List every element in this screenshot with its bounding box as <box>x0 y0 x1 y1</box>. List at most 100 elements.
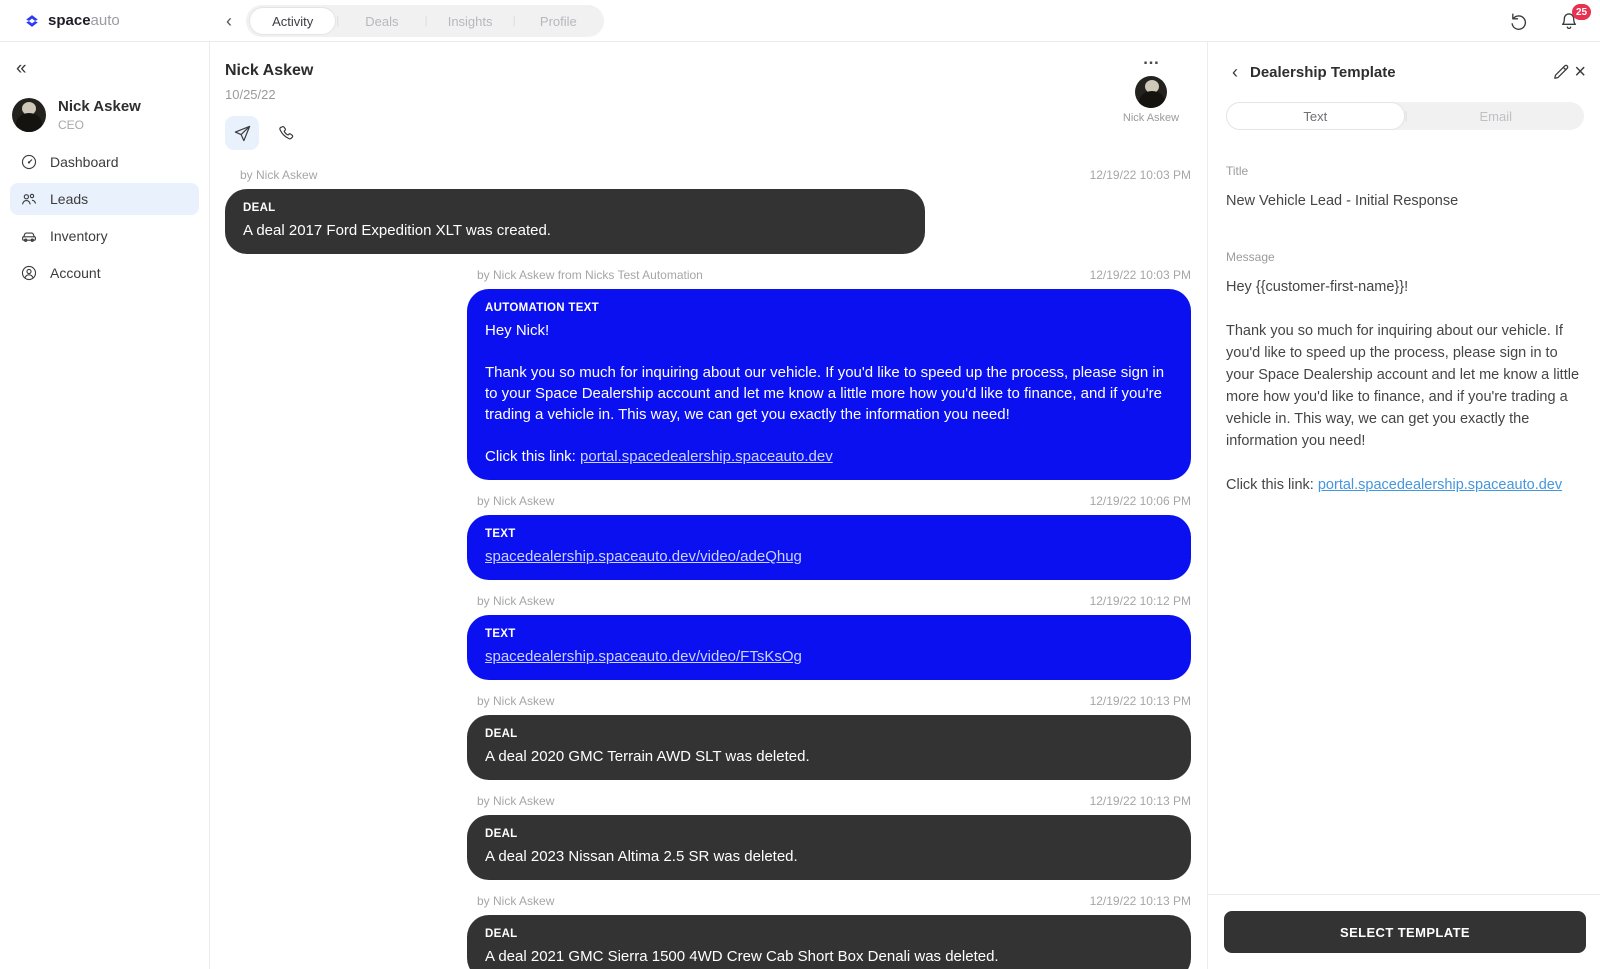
bubble-blank-line <box>485 425 1173 446</box>
feed-message: by Nick Askew 12/19/22 10:03 PM DEAL A deal… <box>225 168 1191 254</box>
template-link[interactable]: portal.spacedealership.spaceauto.dev <box>1318 477 1562 493</box>
bubble-text-line: A deal 2017 Ford Expedition XLT was crea… <box>243 220 907 241</box>
notifications-button[interactable]: 25 <box>1556 8 1582 34</box>
brand-name-light: auto <box>91 12 120 29</box>
message-link[interactable]: portal.spacedealership.spaceauto.dev <box>580 448 833 465</box>
sidebar-item-inventory[interactable]: Inventory <box>10 220 199 252</box>
account-person-icon <box>20 264 38 282</box>
sidebar-user-block: Nick Askew CEO <box>12 98 199 132</box>
message-timestamp: 12/19/22 10:03 PM <box>1090 268 1191 282</box>
message-author: by Nick Askew <box>477 794 554 808</box>
template-greeting: Hey {{customer-first-name}}! <box>1226 276 1584 298</box>
template-title-value: New Vehicle Lead - Initial Response <box>1226 190 1584 212</box>
tab-insights[interactable]: Insights <box>427 7 512 35</box>
message-timestamp: 12/19/22 10:06 PM <box>1090 494 1191 508</box>
feed-message: by Nick Askew 12/19/22 10:13 PM DEAL A deal… <box>225 794 1191 880</box>
send-message-button[interactable] <box>225 116 259 150</box>
deal-bubble[interactable]: DEAL A deal 2017 Ford Expedition XLT was … <box>225 189 925 254</box>
bubble-text-line: A deal 2023 Nissan Altima 2.5 SR was del… <box>485 846 1173 867</box>
message-author: by Nick Askew <box>477 594 554 608</box>
sidebar-item-account[interactable]: Account <box>10 257 199 289</box>
tab-deals[interactable]: Deals <box>339 7 424 35</box>
automation-bubble[interactable]: AUTOMATION TEXT Hey Nick! Thank you so muc… <box>467 289 1191 480</box>
deal-bubble[interactable]: DEALA deal 2021 GMC Sierra 1500 4WD Crew… <box>467 915 1191 969</box>
notification-count-badge: 25 <box>1572 4 1591 20</box>
feed-message: by Nick Askew 12/19/22 10:13 PM DEALA deal… <box>225 894 1191 969</box>
sidebar-item-dashboard[interactable]: Dashboard <box>10 146 199 178</box>
sidebar-item-leads[interactable]: Leads <box>10 183 199 215</box>
panel-footer: SELECT TEMPLATE <box>1208 894 1600 969</box>
template-preview: Title New Vehicle Lead - Initial Respons… <box>1224 160 1586 496</box>
record-tab-bar: Activity | Deals | Insights | Profile <box>246 5 604 37</box>
call-button[interactable] <box>269 116 303 150</box>
message-timestamp: 12/19/22 10:13 PM <box>1090 894 1191 908</box>
message-link[interactable]: spacedealership.spaceauto.dev/video/FTsK… <box>485 648 802 665</box>
bubble-text-line: Hey Nick! <box>485 320 1173 341</box>
deal-bubble[interactable]: DEAL A deal 2023 Nissan Altima 2.5 SR was… <box>467 815 1191 880</box>
panel-back-button[interactable]: ‹ <box>1224 62 1246 83</box>
message-timestamp: 12/19/22 10:03 PM <box>1090 168 1191 182</box>
panel-title: Dealership Template <box>1250 64 1534 81</box>
bubble-text-line: Click this link: portal.spacedealership.… <box>485 446 1173 467</box>
text-bubble[interactable]: TEXT spacedealership.spaceauto.dev/video/… <box>467 615 1191 680</box>
message-author: by Nick Askew <box>240 168 317 182</box>
edit-template-button[interactable] <box>1548 59 1574 85</box>
feed-message: by Nick Askew12/19/22 10:12 PMTEXTspaced… <box>225 594 1191 680</box>
user-role: CEO <box>58 118 141 132</box>
feed-message: by Nick Askew from Nicks Test Automation… <box>225 268 1191 480</box>
close-panel-button[interactable]: × <box>1574 62 1586 82</box>
undo-button[interactable] <box>1506 8 1532 34</box>
feed-header: Nick Askew 10/25/22 … Nick Askew <box>210 42 1207 154</box>
tab-profile[interactable]: Profile <box>516 7 601 35</box>
contact-avatar-label: Nick Askew <box>1123 112 1179 124</box>
bubble-type-label: DEAL <box>243 200 907 216</box>
bubble-text-line: spacedealership.spaceauto.dev/video/adeQ… <box>485 546 1173 567</box>
deal-bubble[interactable]: DEAL A deal 2020 GMC Terrain AWD SLT was … <box>467 715 1191 780</box>
sidebar-item-label: Dashboard <box>50 154 119 170</box>
template-tab-text[interactable]: Text <box>1226 102 1405 130</box>
message-timestamp: 12/19/22 10:13 PM <box>1090 794 1191 808</box>
message-author: by Nick Askew <box>477 894 554 908</box>
send-icon <box>233 124 252 143</box>
sidebar-nav: Dashboard Leads Inventory <box>10 146 199 289</box>
bubble-type-label: DEAL <box>485 826 1173 842</box>
sidebar-item-label: Leads <box>50 191 88 207</box>
brand-name-bold: space <box>48 12 91 29</box>
bubble-type-label: TEXT <box>485 626 1173 642</box>
feed-message: by Nick Askew12/19/22 10:06 PMTEXTspaced… <box>225 494 1191 580</box>
dashboard-gauge-icon <box>20 153 38 171</box>
bubble-type-label: TEXT <box>485 526 1173 542</box>
phone-icon <box>277 124 296 143</box>
sidebar-item-label: Account <box>50 265 101 281</box>
undo-icon <box>1509 11 1529 31</box>
user-name: Nick Askew <box>58 98 141 115</box>
more-options-button[interactable]: … <box>1143 52 1160 66</box>
text-bubble[interactable]: TEXT spacedealership.spaceauto.dev/video/… <box>467 515 1191 580</box>
tab-activity[interactable]: Activity <box>249 7 336 35</box>
bubble-text-line: Thank you so much for inquiring about ou… <box>485 362 1173 425</box>
bubble-type-label: DEAL <box>485 926 1173 942</box>
template-body: Thank you so much for inquiring about ou… <box>1226 320 1584 452</box>
spaceauto-logo: spaceauto <box>22 11 120 31</box>
back-button[interactable]: ‹ <box>216 6 242 36</box>
message-field-label: Message <box>1226 246 1584 268</box>
sidebar-item-label: Inventory <box>50 228 108 244</box>
bubble-text-line: A deal 2020 GMC Terrain AWD SLT was dele… <box>485 746 1173 767</box>
contact-name: Nick Askew <box>225 62 1183 80</box>
select-template-button[interactable]: SELECT TEMPLATE <box>1224 911 1586 953</box>
activity-feed-panel: Nick Askew 10/25/22 … Nick Askew <box>210 42 1207 969</box>
sidebar-collapse-button[interactable]: « <box>10 56 33 82</box>
title-field-label: Title <box>1226 160 1584 182</box>
pencil-icon <box>1551 62 1571 82</box>
bubble-type-label: DEAL <box>485 726 1173 742</box>
feed-message: by Nick Askew12/19/22 10:13 PMDEALA deal… <box>225 694 1191 780</box>
link-prefix: Click this link: <box>1226 477 1318 493</box>
top-bar: spaceauto ‹ Activity | Deals | Insights … <box>0 0 1600 42</box>
template-tab-email[interactable]: Email <box>1407 102 1584 130</box>
template-type-tabs: Text | Email <box>1226 102 1584 130</box>
bubble-type-label: AUTOMATION TEXT <box>485 300 1173 316</box>
leads-people-icon <box>20 190 38 208</box>
message-author: by Nick Askew from Nicks Test Automation <box>477 268 703 282</box>
template-link-line: Click this link: portal.spacedealership.… <box>1226 474 1584 496</box>
message-link[interactable]: spacedealership.spaceauto.dev/video/adeQ… <box>485 548 802 565</box>
